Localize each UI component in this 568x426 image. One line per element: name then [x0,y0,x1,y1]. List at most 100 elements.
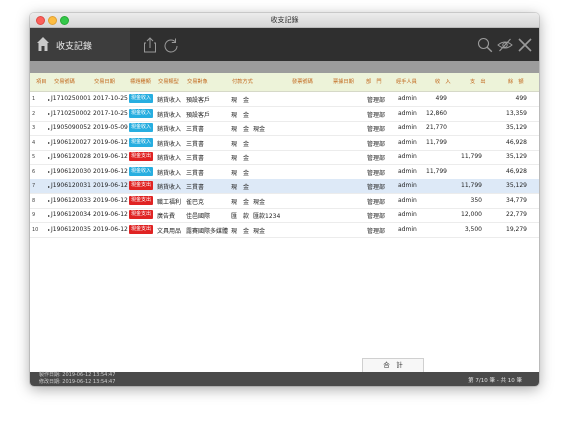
category-badge: 現金支出 [129,181,154,190]
header-payment[interactable]: 付款方式 [232,78,253,85]
cell-date: 2019-06-12 [93,182,128,189]
cell-balance: 499 [515,95,527,102]
cell-target: 佳邑國際 [186,213,211,220]
cell-payment-note: 現金 [253,227,266,235]
cell-payment: 現 金 [231,111,250,119]
cell-index: 8 [32,197,36,204]
header-handler[interactable]: 經手人員 [396,78,417,85]
app-window: 收支記錄 收支記錄 項目 交易號碼 交易日期 標題種類 交易類型 交易對象 付款… [30,13,539,386]
cell-index: 2 [32,110,36,117]
cell-target: 預設客戶 [186,97,211,104]
total-bar: 合 計 [30,358,539,372]
header-index[interactable]: 項目 [36,78,46,85]
row-arrow-icon: ▸ [48,154,51,160]
cell-payment: 現 金 [231,155,250,162]
cell-date: 2017-10-25 [93,95,128,102]
cell-balance: 13,359 [506,109,527,117]
hide-icon[interactable] [497,37,513,53]
cell-target: 預設客戶 [186,111,211,119]
cell-income: 11,799 [426,167,447,175]
cell-dept: 管理部 [367,111,386,119]
cell-handler: admin [398,182,417,189]
cell-type: 文具用品 [157,227,182,235]
total-label: 合 計 [362,358,424,372]
cell-payment-note: 現金 [253,126,266,133]
cell-index: 9 [32,212,36,218]
cell-payment: 現 金 [231,184,250,191]
cell-serial: J1906120027 [51,138,91,146]
cell-type: 銷貨收入 [157,140,182,148]
header-target[interactable]: 交易對象 [187,78,208,85]
cell-payment: 匯 款 [231,213,250,220]
table-row[interactable]: ▸ 7 J1906120031 2019-06-12 銷貨收入 三貫書 現 金 管理部 admi… [30,179,539,194]
header-expense[interactable]: 支 出 [470,78,486,85]
created-date: 製作日期: 2019-06-12 13:54:47 [39,372,116,378]
cell-serial: J1905090052 [51,124,91,131]
home-section: 收支記錄 [30,28,130,61]
cell-dept: 管理部 [367,227,386,235]
cell-index: 1 [32,96,36,102]
category-badge: 現金支出 [129,224,154,234]
row-arrow-icon: ▸ [48,227,51,232]
cell-dept: 管理部 [367,198,386,206]
row-arrow-icon: ▸ [48,183,51,189]
close-icon[interactable] [517,37,533,53]
cell-income: 11,799 [426,138,447,146]
cell-type: 廣告費 [157,213,176,220]
cell-income: 499 [435,95,447,102]
cell-dept: 管理部 [367,155,386,162]
cell-income: 12,860 [426,109,447,117]
table-row[interactable]: ▸ 5 J1906120028 2019-06-12 銷貨收入 三貫書 現 金 管理部 admi… [30,150,539,165]
cell-target: 三貫書 [186,155,205,162]
cell-serial: J1906120035 [51,225,91,233]
row-arrow-icon: ▸ [48,125,51,131]
cell-date: 2019-06-12 [93,167,128,175]
cell-handler: admin [398,95,417,102]
cell-target: 三貫書 [186,169,205,177]
cell-balance: 35,129 [506,124,527,131]
header-category[interactable]: 標題種類 [130,78,151,85]
refresh-icon[interactable] [163,37,179,53]
cell-dept: 管理部 [367,97,386,104]
row-arrow-icon: ▸ [48,111,51,116]
header-serial[interactable]: 交易號碼 [54,78,75,85]
share-icon[interactable] [142,37,158,53]
table-row[interactable]: ▸ 2 J1710250002 2017-10-25 銷貨收入 預設客戶 現 金 管理部 adm… [30,107,539,122]
category-badge: 現金支出 [129,195,154,205]
row-arrow-icon: ▸ [48,140,51,145]
search-icon[interactable] [477,37,493,53]
cell-type: 銷貨收入 [157,184,182,191]
cell-payment: 現 金 [231,227,250,235]
cell-serial: J1710250001 [51,95,91,102]
table-row[interactable]: ▸ 1 J1710250001 2017-10-25 銷貨收入 預設客戶 現 金 管理部 adm… [30,92,539,107]
table-row[interactable]: ▸ 8 J1906120033 2019-06-12 職工福利 雀巴克 現 金現金 管理部 ad… [30,194,539,209]
cell-balance: 46,928 [506,167,527,175]
header-income[interactable]: 收 入 [435,78,451,85]
table-row[interactable]: ▸ 3 J1905090052 2019-05-09 銷貨收入 三貫書 現 金現金 管理部 ad… [30,121,539,136]
cell-date: 2017-10-25 [93,109,128,117]
cell-type: 銷貨收入 [157,155,182,162]
cell-serial: J1906120034 [51,211,91,218]
category-badge: 現金收入 [129,108,154,118]
header-date[interactable]: 交易日期 [94,78,115,85]
header-balance[interactable]: 餘 額 [508,78,524,85]
cell-dept: 管理部 [367,213,386,220]
cell-index: 4 [32,139,36,146]
cell-balance: 35,129 [506,153,527,160]
table-row[interactable]: ▸ 4 J1906120027 2019-06-12 銷貨收入 三貫書 現 金 管理部 admi… [30,136,539,151]
cell-target: 雀巴克 [186,198,205,206]
header-invoice[interactable]: 發票號碼 [292,78,313,85]
cell-expense: 12,000 [461,211,482,218]
modified-date: 修改日期: 2019-06-12 13:54:47 [39,378,116,385]
cell-date: 2019-06-12 [93,211,128,218]
cell-index: 5 [32,154,36,160]
table-row[interactable]: ▸ 9 J1906120034 2019-06-12 廣告費 佳邑國際 匯 款匯款1234 管… [30,208,539,223]
cell-type: 職工福利 [157,198,182,206]
header-invoice-date[interactable]: 票據日期 [333,78,354,85]
table-row[interactable]: ▸ 6 J1906120030 2019-06-12 銷貨收入 三貫書 現 金 管理部 admi… [30,165,539,180]
table-row[interactable]: ▸ 10 J1906120035 2019-06-12 文具用品 露賽國際多媒體現 金現金… [30,223,539,238]
header-dept[interactable]: 部 門 [366,78,382,85]
header-type[interactable]: 交易類型 [158,78,179,85]
home-icon[interactable] [36,36,50,52]
cell-payment: 現 金 [231,198,250,206]
